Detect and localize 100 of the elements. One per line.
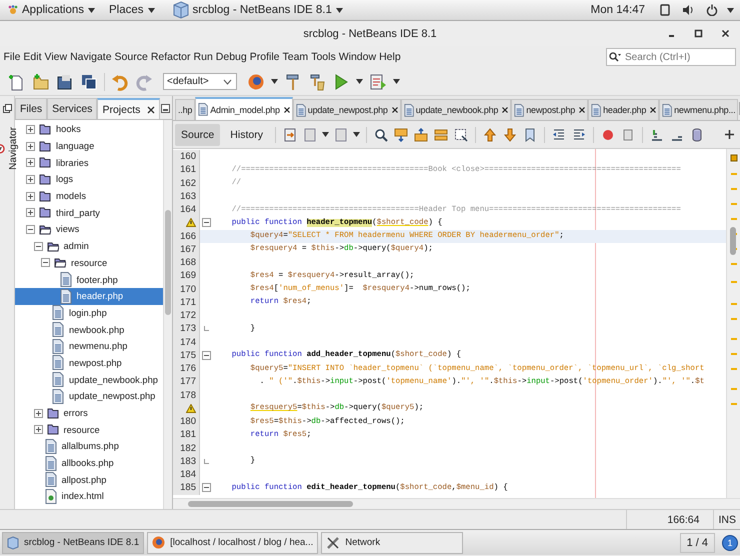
tree-item[interactable]: admin xyxy=(64,241,89,252)
record-icon[interactable] xyxy=(600,128,615,142)
volume-icon[interactable] xyxy=(682,4,694,16)
expand-icon[interactable] xyxy=(26,192,35,201)
new-folder-icon[interactable] xyxy=(32,72,50,90)
page-icon[interactable] xyxy=(334,128,348,142)
menu-item[interactable]: Profile xyxy=(248,51,281,63)
save-all-icon[interactable] xyxy=(80,72,98,90)
close-icon[interactable] xyxy=(392,107,398,113)
selection-icon[interactable] xyxy=(454,128,468,142)
arrow-down-icon[interactable] xyxy=(502,128,517,142)
close-icon[interactable] xyxy=(502,107,508,113)
close-icon[interactable] xyxy=(721,29,730,38)
view-tab[interactable]: History xyxy=(224,124,269,146)
tree-item[interactable]: login.php xyxy=(69,308,107,318)
highlight-icon[interactable] xyxy=(434,128,448,142)
menu-item[interactable]: Team xyxy=(281,51,310,63)
collapse-icon[interactable] xyxy=(34,242,42,251)
collapse-icon[interactable] xyxy=(202,218,211,228)
expand-icon[interactable] xyxy=(34,408,42,418)
shift-left-icon[interactable] xyxy=(552,128,566,142)
minimize-icon[interactable] xyxy=(161,104,170,113)
menu-item[interactable]: View xyxy=(43,51,69,63)
menu-item[interactable]: Refactor xyxy=(149,51,192,63)
close-icon[interactable] xyxy=(147,106,156,114)
collapse-icon[interactable] xyxy=(202,350,211,360)
warning-icon[interactable] xyxy=(186,404,196,413)
tree-item[interactable]: logs xyxy=(56,174,74,184)
tree-item[interactable]: third_party xyxy=(56,208,100,218)
notification-badge[interactable]: 1 xyxy=(722,534,738,550)
menu-item[interactable]: Navigate xyxy=(68,51,114,63)
clock[interactable]: Mon 14:47 xyxy=(590,4,645,16)
database-icon[interactable] xyxy=(690,128,704,142)
find-next-icon[interactable] xyxy=(414,128,428,142)
menu-item[interactable]: Window xyxy=(337,51,378,63)
collapse-icon[interactable] xyxy=(202,483,211,492)
restore-icon[interactable] xyxy=(2,104,12,113)
tree-item[interactable]: header.php xyxy=(76,291,124,302)
menu-item[interactable]: Help xyxy=(378,51,402,63)
tree-item[interactable]: newmenu.php xyxy=(69,341,128,352)
tree-item[interactable]: index.html xyxy=(62,491,104,502)
stop-icon[interactable] xyxy=(620,128,635,142)
tree-item[interactable]: allpost.php xyxy=(62,474,106,485)
panel-tab[interactable]: Projects xyxy=(97,98,160,119)
editor-tab[interactable]: header.php xyxy=(588,99,660,120)
browser-icon[interactable] xyxy=(247,72,265,90)
magnifier-icon[interactable] xyxy=(374,128,388,142)
tree-item[interactable]: allbooks.php xyxy=(62,458,114,468)
expand-icon[interactable] xyxy=(26,174,35,184)
close-icon[interactable] xyxy=(579,107,586,113)
tree-item[interactable]: models xyxy=(56,191,86,202)
tree-item[interactable]: resource xyxy=(64,424,100,435)
editor-tab[interactable]: ..hp xyxy=(175,99,196,120)
menu-item[interactable]: Edit xyxy=(22,51,44,63)
menu-item[interactable]: Debug xyxy=(214,51,248,63)
menu-item[interactable]: Run xyxy=(192,51,214,63)
tree-item[interactable]: allalbums.php xyxy=(62,441,119,452)
tree-item[interactable]: libraries xyxy=(56,158,89,168)
bookmark-icon[interactable] xyxy=(522,128,537,142)
window-button[interactable]: srcblog - NetBeans IDE 8.1 xyxy=(170,0,347,20)
find-previous-icon[interactable] xyxy=(394,128,408,142)
expand-icon[interactable] xyxy=(26,208,35,218)
tree-item[interactable]: hooks xyxy=(56,124,81,134)
close-icon[interactable] xyxy=(284,106,290,112)
tree-item[interactable]: views xyxy=(56,224,80,234)
page-icon[interactable] xyxy=(302,128,317,142)
menu-item[interactable]: File xyxy=(2,51,22,63)
configuration-dropdown[interactable]: <default> xyxy=(163,73,237,90)
editor-tab[interactable]: Admin_model.php xyxy=(195,97,293,120)
collapse-icon[interactable] xyxy=(26,224,35,234)
tree-item[interactable]: language xyxy=(56,141,94,152)
tree-item[interactable]: resource xyxy=(71,258,108,268)
tree-item[interactable]: update_newbook.php xyxy=(69,374,158,385)
comment-icon[interactable] xyxy=(650,128,664,142)
applications-menu[interactable]: Applications xyxy=(4,0,100,20)
open-folder-icon[interactable] xyxy=(56,72,74,90)
expand-icon[interactable] xyxy=(34,425,42,434)
close-icon[interactable] xyxy=(650,107,656,113)
taskbar-button[interactable]: [localhost / localhost / blog / hea... xyxy=(147,532,318,554)
editor-tab[interactable]: newmenu.php... xyxy=(659,99,738,120)
editor-tab[interactable]: newpost.php xyxy=(511,99,588,120)
search-field[interactable]: Search (Ctrl+I) xyxy=(606,48,736,66)
scrollbar[interactable] xyxy=(173,498,740,509)
expand-icon[interactable] xyxy=(26,158,35,168)
shift-right-icon[interactable] xyxy=(572,128,586,142)
tree-item[interactable]: update_newpost.php xyxy=(69,391,156,402)
split-icon[interactable] xyxy=(725,130,734,139)
scrollbar[interactable] xyxy=(163,120,172,509)
panel-tab[interactable]: Services xyxy=(47,98,98,119)
arrow-up-icon[interactable] xyxy=(482,128,497,142)
taskbar-button[interactable]: srcblog - NetBeans IDE 8.1 xyxy=(2,532,144,554)
display-icon[interactable] xyxy=(660,4,670,16)
maximize-icon[interactable] xyxy=(694,29,703,38)
warning-icon[interactable] xyxy=(186,218,196,228)
expand-icon[interactable] xyxy=(26,124,35,134)
panel-tab[interactable]: Files xyxy=(15,98,48,119)
power-icon[interactable] xyxy=(706,4,718,16)
tree-item[interactable]: footer.php xyxy=(76,274,118,285)
collapse-icon[interactable] xyxy=(41,258,50,268)
taskbar-button[interactable]: Network xyxy=(321,532,464,554)
